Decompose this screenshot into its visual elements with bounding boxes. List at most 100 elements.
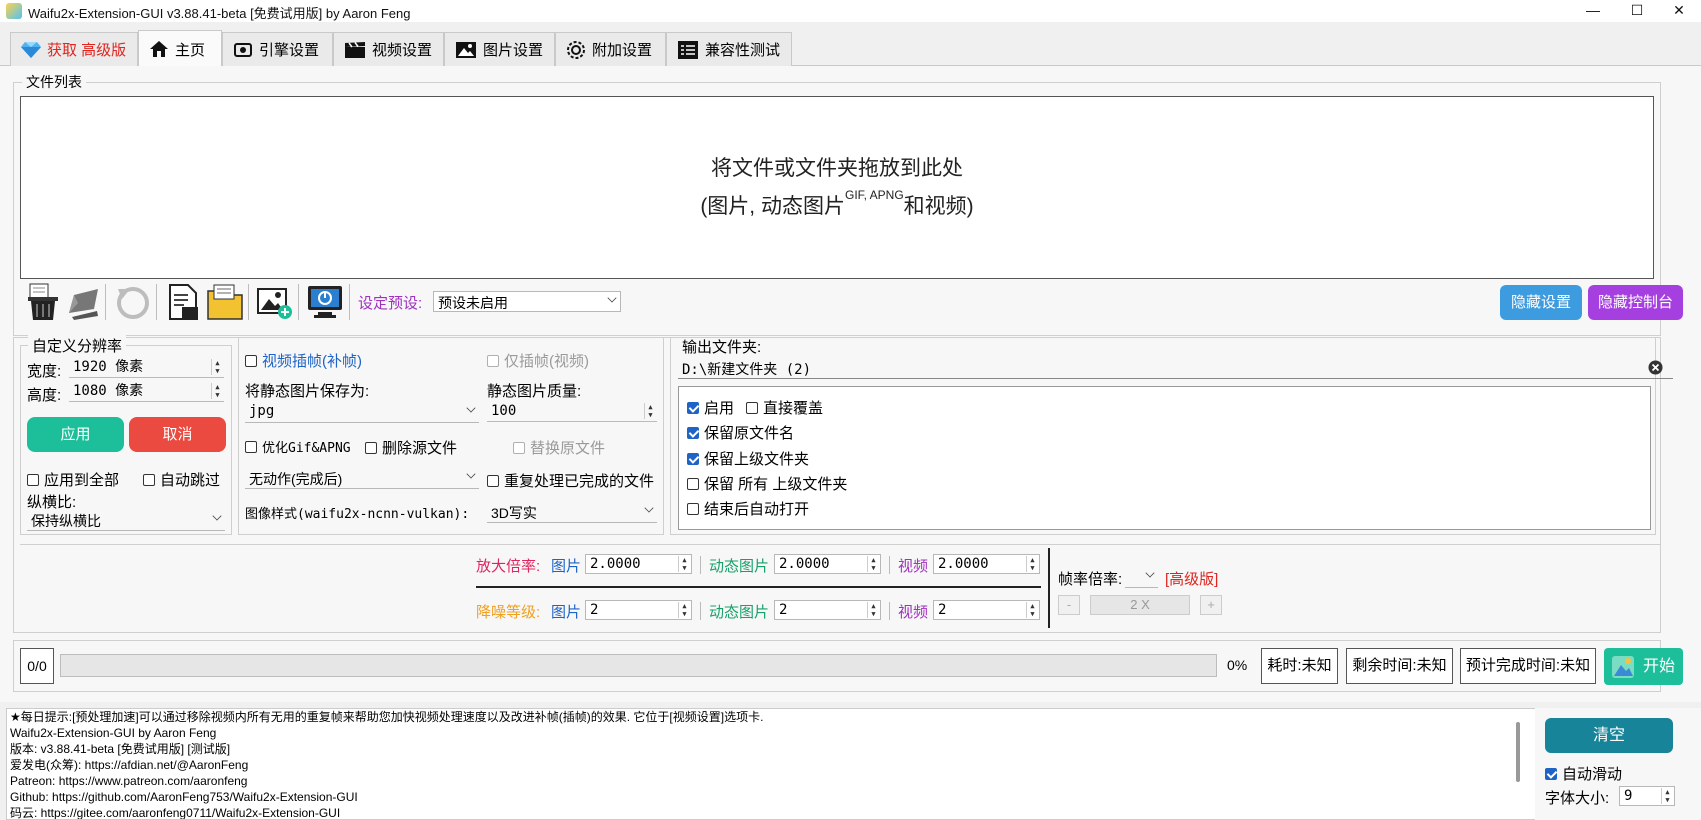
hide-settings-button[interactable]: 隐藏设置 (1500, 285, 1582, 320)
font-size-input[interactable]: 9 ▲ ▼ (1619, 786, 1675, 806)
spin-arrows-icon[interactable]: ▲ ▼ (211, 359, 223, 375)
console-scrollbar[interactable] (1516, 722, 1520, 782)
save-format-select[interactable]: jpg (245, 402, 479, 423)
keep-parent-folder-checkbox[interactable]: 保留上级文件夹 (687, 448, 809, 469)
reprocess-finished-checkbox[interactable]: 重复处理已完成的文件 (487, 470, 654, 491)
toolbar-separator (248, 284, 249, 320)
scale-image-input[interactable]: 2.0000 ▲ ▼ (585, 554, 692, 574)
close-window-button[interactable]: ✕ (1656, 0, 1701, 22)
output-path-value: D:\新建文件夹 (2) (682, 362, 812, 378)
hide-console-button[interactable]: 隐藏控制台 (1588, 285, 1683, 320)
clipboard-file-icon[interactable] (164, 283, 202, 321)
denoise-image-input[interactable]: 2 ▲ ▼ (585, 600, 692, 620)
apply-all-checkbox[interactable]: 应用到全部 (27, 469, 119, 490)
trash-icon[interactable] (24, 283, 62, 321)
spin-arrows-icon[interactable]: ▲ ▼ (1026, 556, 1038, 572)
enable-output-checkbox[interactable]: 启用 (687, 397, 734, 418)
tab-label: 图片设置 (483, 42, 544, 59)
image-quality-input[interactable]: 100 ▲ ▼ (487, 402, 657, 422)
framerate-select[interactable] (1125, 567, 1158, 588)
divider (1048, 548, 1050, 628)
framerate-minus-button[interactable]: - (1058, 595, 1080, 615)
checkbox-box (365, 441, 377, 454)
image-style-label-text: 图像样式(waifu2x-ncnn-vulkan): (245, 507, 470, 522)
tab-compatibility-test[interactable]: 兼容性测试 (666, 32, 792, 66)
tab-engine-settings[interactable]: 引擎设置 (222, 32, 333, 66)
apply-button[interactable]: 应用 (27, 417, 124, 452)
keep-filename-checkbox[interactable]: 保留原文件名 (687, 422, 794, 443)
scale-video-input[interactable]: 2.0000 ▲ ▼ (933, 554, 1040, 574)
spin-arrows-icon[interactable]: ▲ ▼ (867, 556, 879, 572)
checkbox-box (687, 452, 699, 465)
clear-icon[interactable] (1648, 360, 1663, 375)
auto-skip-checkbox[interactable]: 自动跳过 (143, 469, 220, 490)
file-drop-area[interactable]: 将文件或文件夹拖放到此处 (图片, 动态图片GIF, APNG和视频) (20, 96, 1654, 279)
monitor-power-icon[interactable] (306, 283, 344, 321)
replace-original-checkbox[interactable]: 替换原文件 (513, 437, 605, 458)
image-icon (456, 41, 476, 58)
aspect-ratio-label: 纵横比: (27, 494, 77, 511)
save-format-label: 将静态图片保存为: (245, 383, 370, 400)
output-path-input[interactable]: D:\新建文件夹 (2) (678, 358, 1673, 379)
tab-home[interactable]: 主页 (138, 30, 222, 67)
width-input[interactable]: 1920 像素 ▲ ▼ (69, 358, 224, 378)
cancel-button[interactable]: 取消 (129, 417, 226, 452)
console-line: Waifu2x-Extension-GUI by Aaron Feng (10, 726, 217, 740)
tab-additional-settings[interactable]: 附加设置 (555, 32, 666, 66)
scale-ratio-label: 放大倍率: (476, 558, 541, 575)
overwrite-checkbox[interactable]: 直接覆盖 (746, 397, 823, 418)
reload-icon[interactable] (114, 283, 152, 321)
checkbox-label: 保留原文件名 (704, 425, 795, 442)
add-image-icon[interactable] (256, 283, 294, 321)
optimize-gif-checkbox[interactable]: 优化Gif&APNG (245, 437, 351, 456)
tab-image-settings[interactable]: 图片设置 (444, 32, 555, 66)
tab-video-settings[interactable]: 视频设置 (333, 32, 444, 66)
height-label: 高度: (27, 387, 62, 404)
checkbox-box (245, 440, 257, 453)
scale-gif-input[interactable]: 2.0000 ▲ ▼ (774, 554, 881, 574)
after-finish-action-select[interactable]: 无动作(完成后) (245, 468, 479, 489)
preset-select[interactable]: 预设未启用 (433, 291, 621, 312)
tab-label: 获取 高级版 (47, 42, 127, 59)
elapsed-time: 耗时:未知 (1261, 648, 1338, 684)
checkbox-label: 保留 所有 上级文件夹 (704, 476, 848, 493)
denoise-image-label: 图片 (551, 604, 582, 621)
spin-arrows-icon[interactable]: ▲ ▼ (867, 602, 879, 618)
checkbox-label: 视频插帧(补帧) (262, 353, 362, 370)
divider (476, 586, 1041, 588)
interpolation-only-checkbox[interactable]: 仅插帧(视频) (487, 350, 589, 371)
framerate-multiplier-label: 帧率倍率: (1058, 571, 1123, 588)
height-value: 1080 像素 (73, 383, 144, 399)
minimize-button[interactable]: — (1570, 0, 1616, 22)
video-interpolation-checkbox[interactable]: 视频插帧(补帧) (245, 350, 362, 371)
image-style-select[interactable]: 3D写实 (487, 502, 657, 523)
denoise-video-input[interactable]: 2 ▲ ▼ (933, 600, 1040, 620)
divider (700, 556, 701, 574)
broom-icon[interactable] (64, 283, 102, 321)
height-input[interactable]: 1080 像素 ▲ ▼ (69, 382, 224, 402)
drop-hint-text: (图片, 动态图片 (700, 195, 845, 218)
console-log[interactable]: ★每日提示:[预处理加速]可以通过移除视频内所有无用的重复帧来帮助您加快视频处理… (6, 708, 1536, 820)
maximize-button[interactable]: ☐ (1614, 0, 1660, 22)
framerate-plus-button[interactable]: + (1200, 595, 1222, 615)
output-folder-label: 输出文件夹: (682, 339, 762, 356)
spin-arrows-icon[interactable]: ▲ ▼ (211, 383, 223, 399)
tab-get-premium[interactable]: 获取 高级版 (10, 32, 138, 66)
aspect-ratio-select[interactable]: 保持纵横比 (27, 510, 225, 531)
folder-icon[interactable] (206, 283, 244, 321)
spin-arrows-icon[interactable]: ▲ ▼ (678, 602, 690, 618)
denoise-gif-input[interactable]: 2 ▲ ▼ (774, 600, 881, 620)
auto-scroll-checkbox[interactable]: 自动滑动 (1545, 763, 1622, 784)
checklist-icon (678, 40, 698, 59)
auto-open-checkbox[interactable]: 结束后自动打开 (687, 498, 809, 519)
spin-arrows-icon[interactable]: ▲ ▼ (1026, 602, 1038, 618)
spin-arrows-icon[interactable]: ▲ ▼ (644, 403, 656, 419)
delete-source-checkbox[interactable]: 删除源文件 (365, 437, 457, 458)
spin-arrows-icon[interactable]: ▲ ▼ (1661, 788, 1673, 804)
clear-console-button[interactable]: 清空 (1545, 718, 1673, 753)
chevron-down-icon (466, 403, 476, 413)
start-button[interactable]: 开始 (1604, 648, 1683, 685)
tab-label: 附加设置 (592, 42, 653, 59)
spin-arrows-icon[interactable]: ▲ ▼ (678, 556, 690, 572)
keep-all-parent-folders-checkbox[interactable]: 保留 所有 上级文件夹 (687, 473, 847, 494)
